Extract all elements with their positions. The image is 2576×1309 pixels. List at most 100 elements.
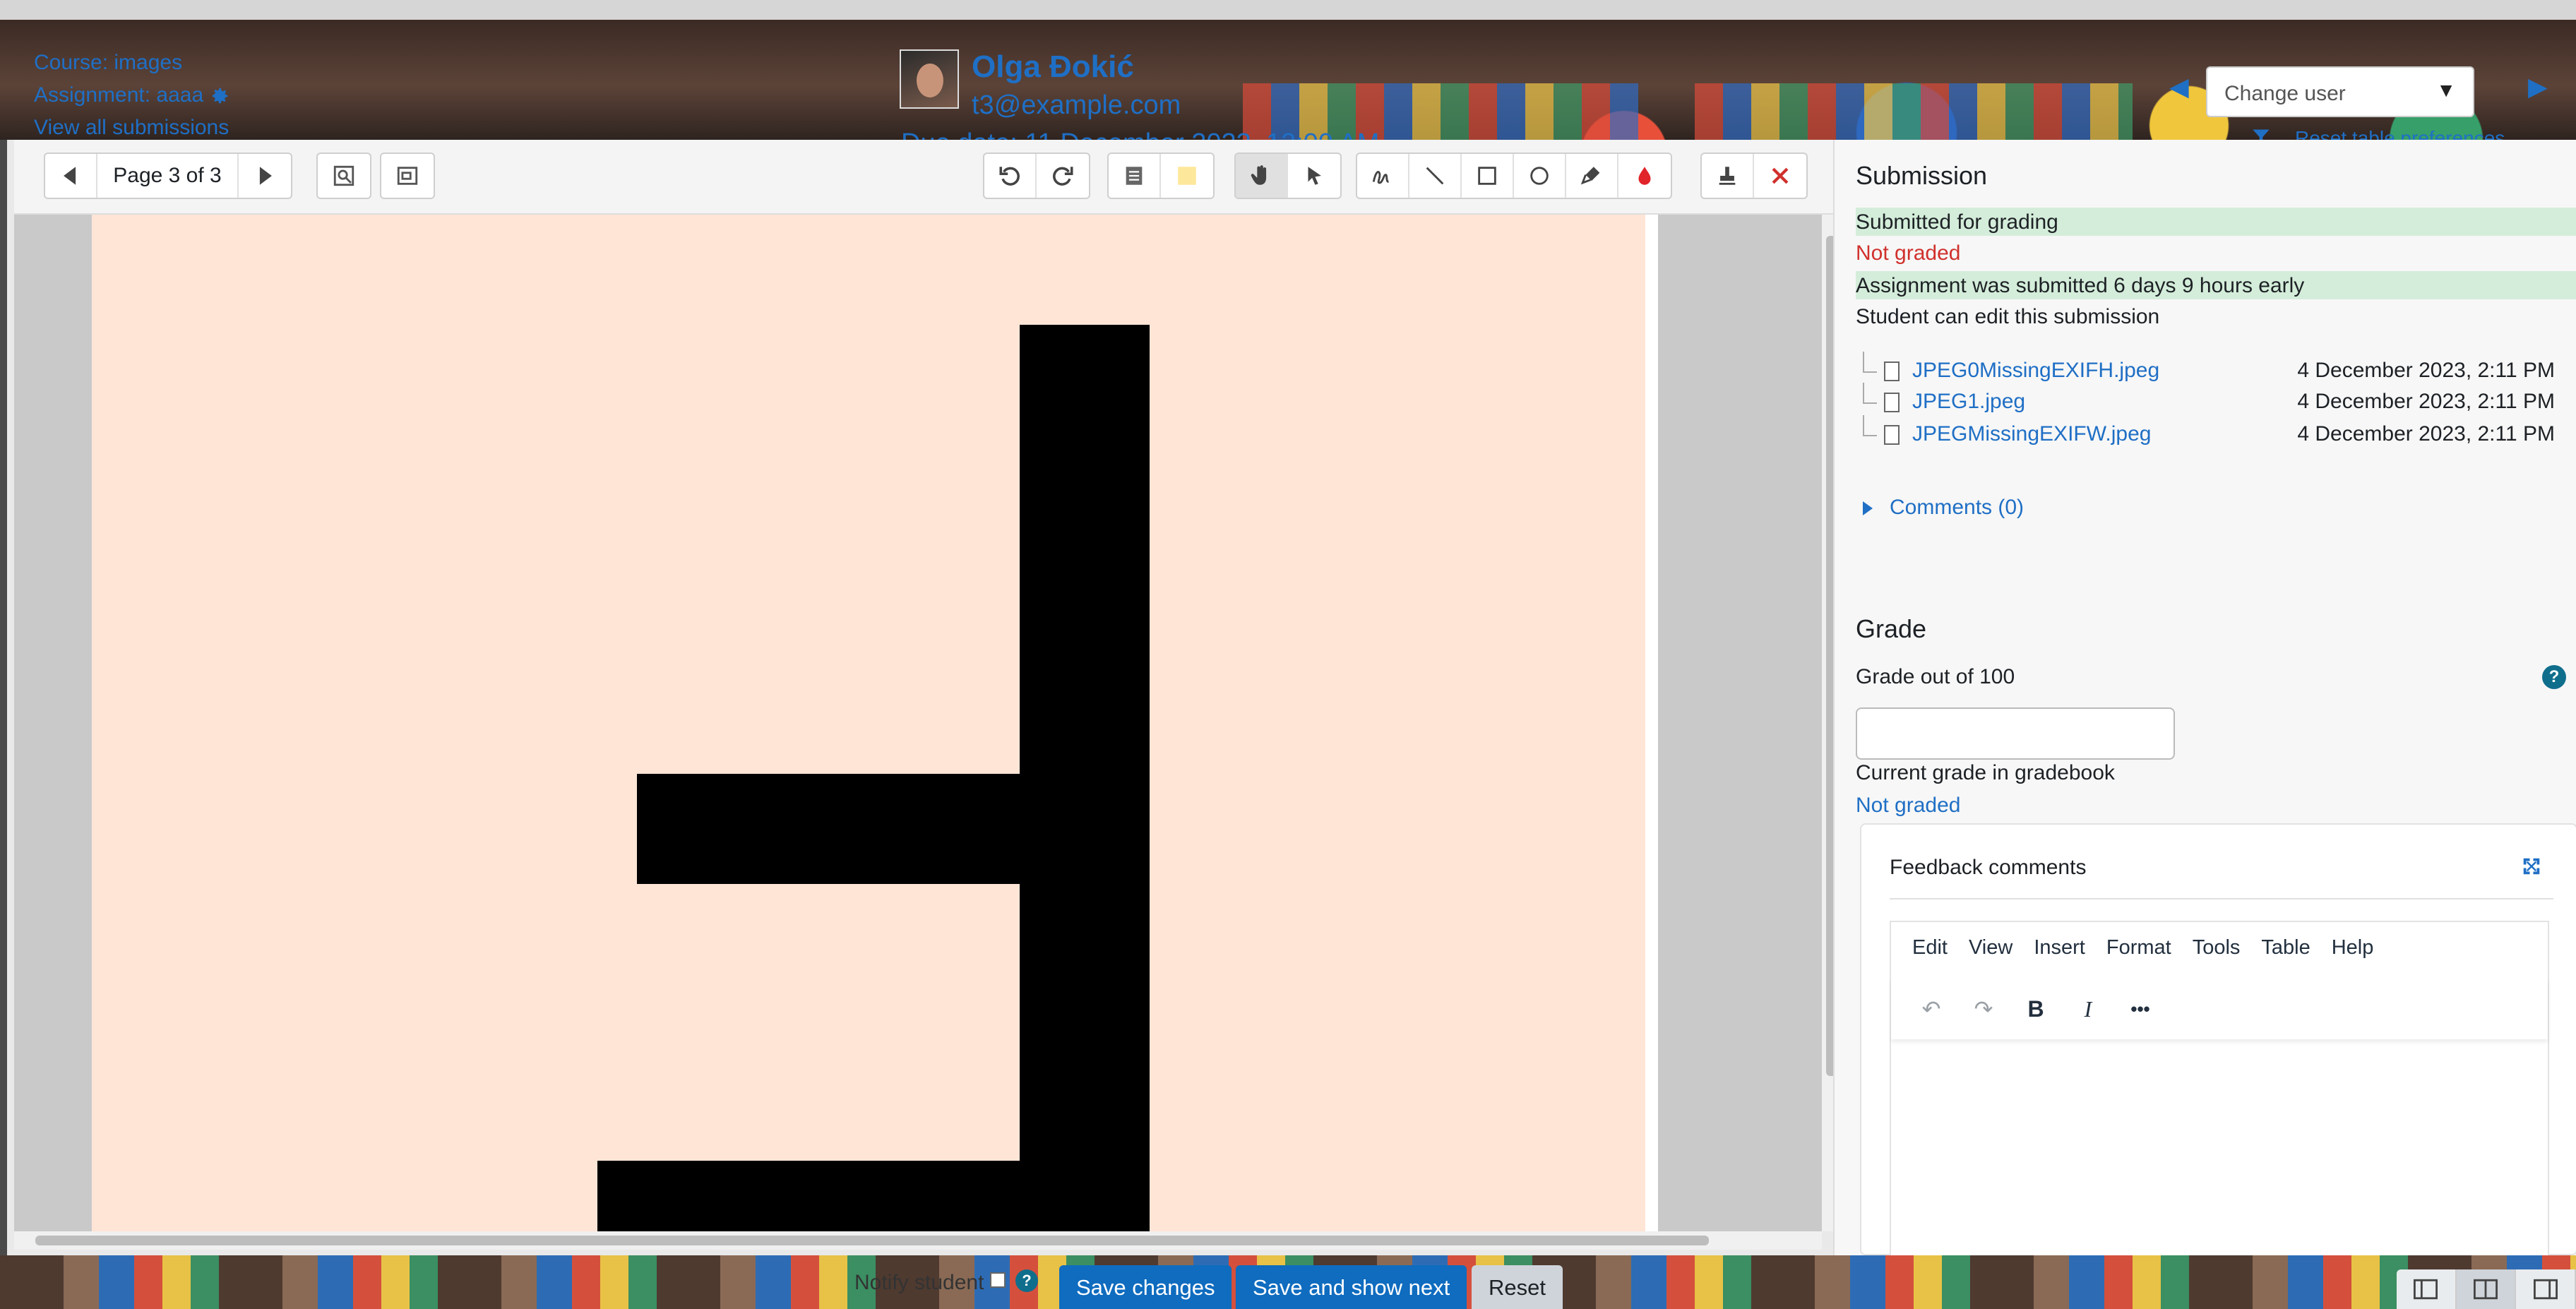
pan-tool-button[interactable] bbox=[1236, 154, 1288, 198]
next-user-icon[interactable]: ▶ bbox=[2528, 72, 2548, 102]
redo-icon[interactable]: ↷ bbox=[1964, 990, 2003, 1028]
stamp-tool-button[interactable] bbox=[1702, 154, 1754, 198]
grade-out-of-label: Grade out of 100 bbox=[1856, 665, 2015, 688]
stamp-icon bbox=[1719, 167, 1736, 185]
user-email: t3@example.com bbox=[972, 90, 1181, 120]
layout-switcher bbox=[2397, 1269, 2576, 1309]
rectangle-tool-button[interactable] bbox=[1462, 154, 1514, 198]
grade-input[interactable] bbox=[1856, 707, 2175, 760]
submission-heading: Submission bbox=[1856, 161, 1988, 190]
menu-table[interactable]: Table bbox=[2261, 936, 2310, 964]
rich-text-editor[interactable]: Edit View Insert Format Tools Table Help… bbox=[1890, 921, 2549, 1257]
editor-toolbar: ↶ ↷ B I ••• bbox=[1891, 979, 2548, 1039]
change-user-select[interactable]: Change user ▼ bbox=[2206, 66, 2474, 117]
previous-page-button[interactable] bbox=[45, 154, 97, 198]
next-page-icon bbox=[259, 167, 272, 185]
menu-format[interactable]: Format bbox=[2106, 936, 2171, 964]
user-name-link[interactable]: Olga Đokić bbox=[972, 49, 1134, 85]
page-navigation: Page 3 of 3 bbox=[44, 153, 292, 199]
highlight-icon bbox=[1580, 167, 1600, 185]
comments-toggle[interactable]: Comments (0) bbox=[1863, 496, 2024, 520]
grade-heading: Grade bbox=[1856, 614, 1927, 643]
annotation-color-button[interactable] bbox=[1618, 154, 1671, 198]
comment-tool-button[interactable] bbox=[1109, 154, 1161, 198]
current-grade-link[interactable]: Not graded bbox=[1856, 794, 1960, 818]
search-comments-button[interactable] bbox=[318, 154, 370, 198]
page-select[interactable]: Page 3 of 3 bbox=[97, 154, 239, 198]
line-tool-button[interactable] bbox=[1409, 154, 1462, 198]
grading-panel: Submission Submitted for grading Not gra… bbox=[1833, 140, 2576, 1257]
expand-comments-icon bbox=[397, 167, 418, 185]
file-link[interactable]: JPEG1.jpeg bbox=[1912, 390, 2025, 414]
drawing-tools-group bbox=[1356, 153, 1672, 199]
file-link[interactable]: JPEGMissingEXIFW.jpeg bbox=[1912, 422, 2151, 446]
header-background-art bbox=[1695, 83, 2133, 140]
help-icon[interactable]: ? bbox=[2542, 665, 2566, 689]
save-changes-button[interactable]: Save changes bbox=[1059, 1265, 1232, 1309]
menu-view[interactable]: View bbox=[1969, 936, 2012, 964]
undo-icon[interactable]: ↶ bbox=[1912, 990, 1950, 1028]
layout-left-button[interactable] bbox=[2397, 1269, 2457, 1309]
layout-left-icon bbox=[2414, 1279, 2438, 1300]
line-icon bbox=[1426, 167, 1444, 185]
file-link[interactable]: JPEG0MissingEXIFH.jpeg bbox=[1912, 359, 2159, 383]
assignment-link[interactable]: Assignment: aaaa bbox=[34, 83, 230, 107]
caret-right-icon bbox=[1863, 501, 1873, 516]
rotate-group bbox=[983, 153, 1090, 199]
menu-tools[interactable]: Tools bbox=[2193, 936, 2241, 964]
feedback-comments-section: Feedback comments Edit View Insert Forma… bbox=[1860, 823, 2576, 1257]
gear-icon[interactable] bbox=[209, 85, 230, 107]
menu-edit[interactable]: Edit bbox=[1912, 936, 1948, 964]
oval-tool-button[interactable] bbox=[1514, 154, 1566, 198]
horizontal-scrollbar[interactable] bbox=[14, 1231, 1822, 1250]
select-icon bbox=[1308, 167, 1321, 185]
highlight-tool-button[interactable] bbox=[1566, 154, 1618, 198]
annotation-color-icon bbox=[1638, 167, 1651, 185]
notify-student-label: Notify student bbox=[854, 1271, 984, 1294]
annotation-toolbar: Page 3 of 3 bbox=[14, 140, 1840, 215]
pan-icon bbox=[1251, 165, 1267, 185]
file-date: 4 December 2023, 2:11 PM bbox=[2297, 390, 2555, 413]
save-and-show-next-button[interactable]: Save and show next bbox=[1236, 1265, 1467, 1309]
delete-annotation-button[interactable] bbox=[1754, 154, 1806, 198]
layout-split-button[interactable] bbox=[2456, 1269, 2517, 1309]
more-options-icon[interactable]: ••• bbox=[2121, 990, 2159, 1028]
image-shape-lower-horizontal bbox=[597, 1161, 1032, 1231]
pan-select-group bbox=[1234, 153, 1342, 199]
file-date: 4 December 2023, 2:11 PM bbox=[2297, 422, 2555, 446]
file-icon bbox=[1884, 425, 1900, 445]
reset-button[interactable]: Reset bbox=[1472, 1265, 1563, 1309]
image-shape-upper-horizontal bbox=[637, 774, 1032, 884]
notify-student-checkbox[interactable] bbox=[990, 1272, 1006, 1288]
search-comments-icon bbox=[333, 165, 354, 186]
expand-comments-button[interactable] bbox=[381, 154, 434, 198]
next-page-button[interactable] bbox=[239, 154, 291, 198]
comment-color-button[interactable] bbox=[1161, 154, 1213, 198]
previous-user-icon[interactable]: ◀ bbox=[2169, 72, 2189, 102]
comment-icon bbox=[1126, 167, 1143, 185]
bold-icon[interactable]: B bbox=[2017, 990, 2055, 1028]
course-link[interactable]: Course: images bbox=[34, 51, 182, 75]
menu-help[interactable]: Help bbox=[2332, 936, 2374, 964]
select-tool-button[interactable] bbox=[1288, 154, 1340, 198]
view-all-submissions-link[interactable]: View all submissions bbox=[34, 116, 229, 140]
search-comments-group bbox=[316, 153, 371, 199]
annotation-panel: Page 3 of 3 bbox=[0, 140, 1840, 1255]
rotate-right-button[interactable] bbox=[1037, 154, 1089, 198]
file-row: JPEG0MissingEXIFH.jpeg 4 December 2023, … bbox=[1863, 352, 2569, 385]
file-row: JPEG1.jpeg 4 December 2023, 2:11 PM bbox=[1863, 383, 2569, 417]
layout-right-icon bbox=[2533, 1279, 2558, 1300]
file-icon bbox=[1884, 393, 1900, 412]
italic-icon[interactable]: I bbox=[2069, 990, 2107, 1028]
submission-status: Submitted for grading bbox=[1856, 208, 2576, 236]
layout-right-button[interactable] bbox=[2516, 1269, 2576, 1309]
menu-insert[interactable]: Insert bbox=[2034, 936, 2085, 964]
rotate-left-icon bbox=[999, 167, 1020, 186]
pen-tool-button[interactable] bbox=[1357, 154, 1409, 198]
document-viewer[interactable] bbox=[14, 215, 1822, 1231]
rotate-left-button[interactable] bbox=[984, 154, 1037, 198]
user-avatar bbox=[900, 49, 959, 109]
pen-icon bbox=[1372, 171, 1389, 184]
help-icon[interactable]: ? bbox=[1015, 1269, 1038, 1292]
fullscreen-icon[interactable] bbox=[2521, 856, 2542, 877]
